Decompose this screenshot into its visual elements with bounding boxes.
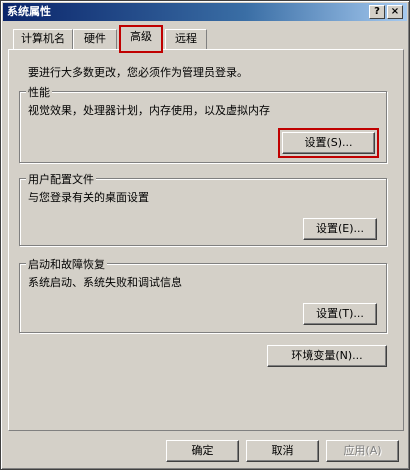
tab-advanced[interactable]: 高级 — [119, 26, 163, 50]
performance-title: 性能 — [26, 84, 52, 100]
system-properties-window: 系统属性 ? × 计算机名 硬件 高级 远程 要进行大多数更改，您必须作为管理员… — [0, 0, 410, 470]
ok-button[interactable]: 确定 — [166, 440, 239, 462]
user-profiles-settings-button[interactable]: 设置(E)... — [303, 218, 377, 240]
apply-button[interactable]: 应用(A) — [326, 440, 399, 462]
user-profiles-desc: 与您登录有关的桌面设置 — [28, 191, 149, 204]
window-title: 系统属性 — [7, 5, 51, 18]
startup-recovery-title: 启动和故障恢复 — [26, 256, 107, 272]
performance-settings-button[interactable]: 设置(S)... — [282, 132, 375, 154]
environment-variables-button[interactable]: 环境变量(N)... — [267, 345, 387, 367]
title-bar[interactable]: 系统属性 ? × — [3, 3, 407, 21]
startup-recovery-desc: 系统启动、系统失败和调试信息 — [28, 276, 182, 289]
admin-notice: 要进行大多数更改，您必须作为管理员登录。 — [28, 66, 248, 79]
tab-remote[interactable]: 远程 — [165, 29, 207, 49]
tab-computer-name[interactable]: 计算机名 — [13, 29, 73, 49]
close-button[interactable]: × — [387, 5, 403, 19]
tab-hardware[interactable]: 硬件 — [73, 29, 117, 49]
performance-desc: 视觉效果，处理器计划，内存使用，以及虚拟内存 — [28, 104, 270, 117]
help-button[interactable]: ? — [369, 5, 385, 19]
user-profiles-title: 用户配置文件 — [26, 171, 96, 187]
startup-settings-button[interactable]: 设置(T)... — [303, 303, 377, 325]
cancel-button[interactable]: 取消 — [246, 440, 319, 462]
